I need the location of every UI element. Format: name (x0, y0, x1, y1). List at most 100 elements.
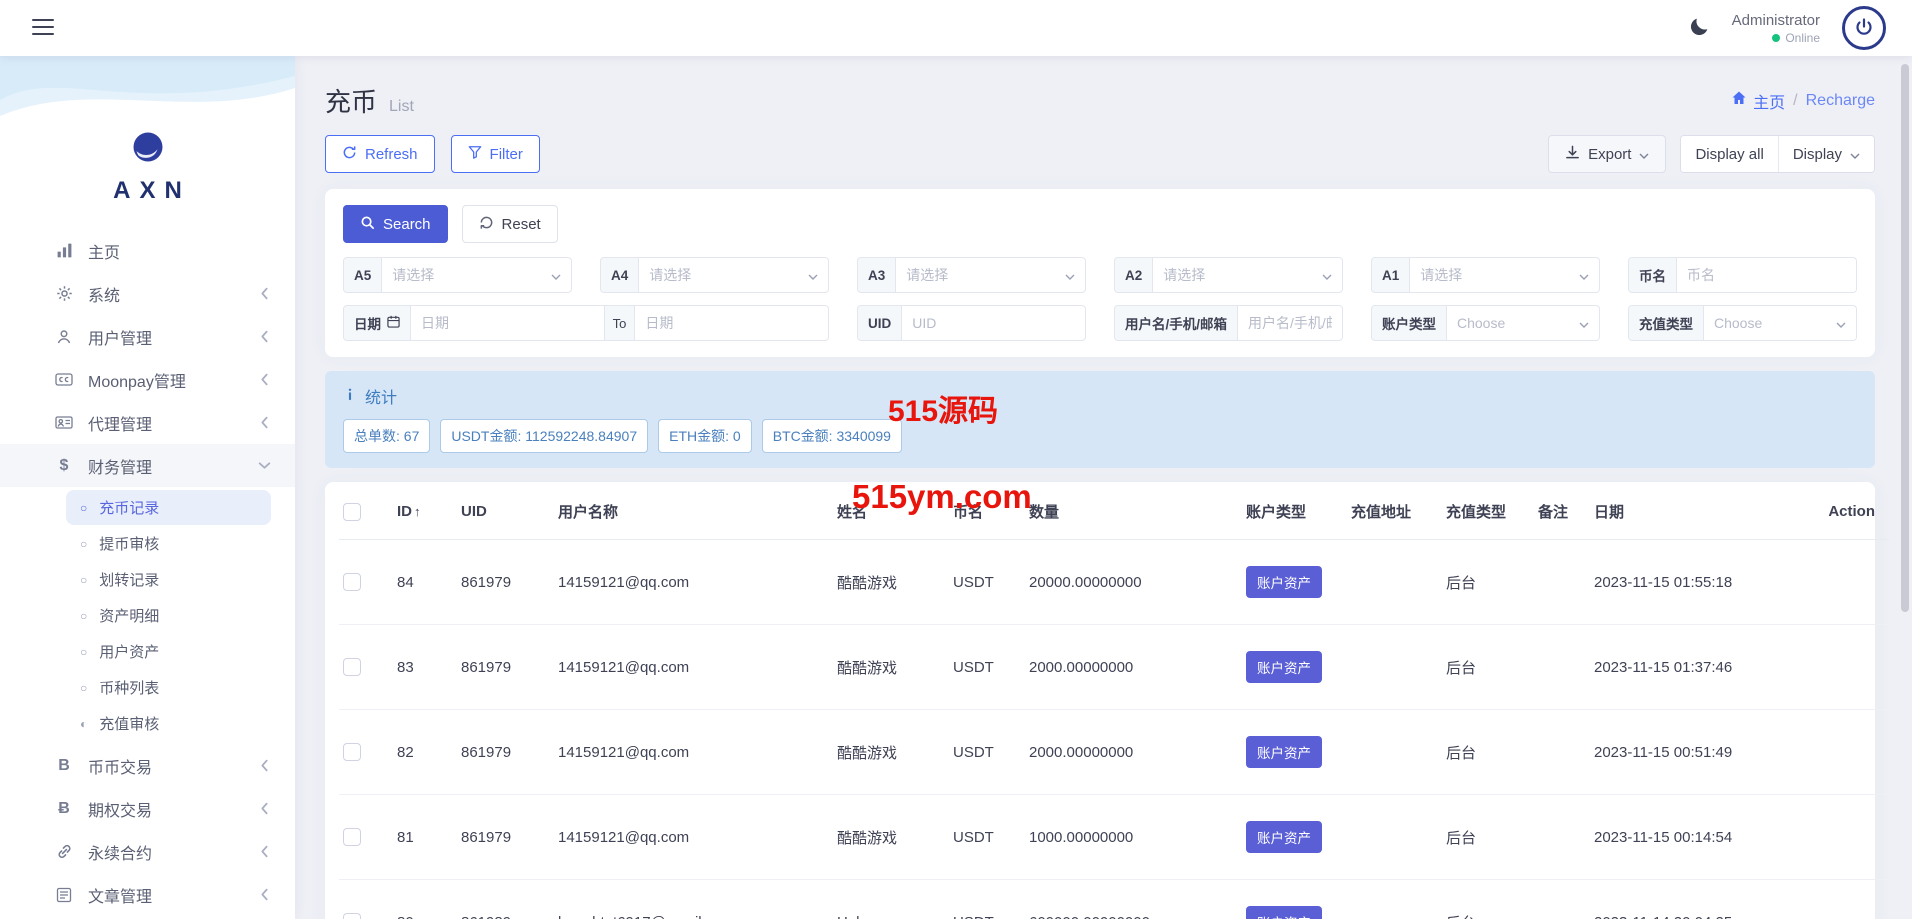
submenu-item-label: 提币审核 (99, 536, 160, 553)
row-checkbox[interactable] (343, 573, 361, 592)
scrollbar-thumb[interactable] (1901, 64, 1909, 612)
chevron-left-icon (260, 287, 269, 300)
submenu-item-label: 充币记录 (99, 500, 160, 517)
column-id[interactable]: ID ↑ (389, 484, 453, 540)
sidebar-subitem-coin-list[interactable]: ○ 币种列表 (66, 670, 271, 705)
sidebar-item-options-trading[interactable]: Ƀ 期权交易 (0, 787, 295, 830)
moon-icon (1689, 16, 1710, 40)
filter-label: 账户类型 (1371, 305, 1447, 341)
table-row: 84 861979 14159121@qq.com 酷酷游戏 USDT 2000… (339, 539, 1889, 625)
account-type-select[interactable]: Choose (1447, 305, 1600, 341)
sidebar-item-articles[interactable]: 文章管理 (0, 873, 295, 916)
sidebar-subitem-asset-details[interactable]: ○ 资产明细 (66, 598, 271, 633)
sidebar-item-moonpay[interactable]: Moonpay管理 (0, 358, 295, 401)
sidebar-subitem-withdraw-review[interactable]: ○ 提币审核 (66, 526, 271, 561)
filter-uid: UID (857, 305, 1086, 341)
breadcrumb-current[interactable]: Recharge (1806, 92, 1875, 110)
uid-input[interactable] (902, 305, 1086, 341)
chart-bars-icon (52, 242, 76, 259)
menu-toggle-button[interactable] (26, 13, 60, 44)
cell-account-type: 账户资产 (1238, 794, 1343, 880)
sidebar-item-finance[interactable]: $ 财务管理 (0, 444, 295, 487)
stats-panel: 统计 总单数: 67 USDT金额: 112592248.84907 ETH金额… (325, 371, 1875, 468)
row-checkbox[interactable] (343, 828, 361, 847)
row-checkbox[interactable] (343, 743, 361, 762)
sidebar-item-spot-trading[interactable]: B 币币交易 (0, 744, 295, 787)
page-title: 充币 (325, 87, 378, 117)
filter-label: A4 (600, 257, 640, 293)
breadcrumb-home-link[interactable]: 主页 (1731, 89, 1785, 113)
bitcoin-icon: Ƀ (58, 799, 70, 817)
user-icon (52, 329, 76, 345)
sidebar-item-perpetual[interactable]: 永续合约 (0, 830, 295, 873)
display-select[interactable]: Display (1777, 136, 1874, 172)
search-panel: Search Reset A5 请选择 A4 请选择 A3 请选择 A2 请选择… (325, 189, 1875, 357)
a2-select[interactable]: 请选择 (1153, 257, 1343, 293)
toolbar: Refresh Filter Export Display all Displa… (325, 135, 1875, 173)
filter-user: 用户名/手机/邮箱 (1114, 305, 1343, 341)
sidebar-item-label: 主页 (88, 244, 121, 262)
refresh-button[interactable]: Refresh (325, 135, 435, 173)
filter-label: 充值类型 (1628, 305, 1704, 341)
user-input[interactable] (1238, 305, 1343, 341)
sidebar-item-system[interactable]: 系统 (0, 272, 295, 315)
sidebar-item-users[interactable]: 用户管理 (0, 315, 295, 358)
home-icon (1731, 90, 1747, 111)
column-recharge-address: 充值地址 (1343, 484, 1438, 540)
chevron-left-icon (260, 845, 269, 858)
a3-select[interactable]: 请选择 (896, 257, 1086, 293)
table-row: 81 861979 14159121@qq.com 酷酷游戏 USDT 1000… (339, 794, 1889, 880)
account-type-badge: 账户资产 (1246, 651, 1322, 683)
cell-amount: 1000.00000000 (1021, 794, 1238, 880)
coin-name-input[interactable] (1677, 257, 1857, 293)
cell-amount: 2000.00000000 (1021, 709, 1238, 795)
filter-label: A2 (1114, 257, 1154, 293)
avatar[interactable] (1842, 6, 1886, 50)
cell-amount: 600000.00000000 (1021, 879, 1238, 919)
sidebar-subitem-user-assets[interactable]: ○ 用户资产 (66, 634, 271, 669)
cell-checkbox (339, 709, 389, 795)
cell-date: 2023-11-15 00:14:54 (1586, 794, 1810, 880)
chevron-down-icon (1579, 267, 1589, 283)
cell-id: 80 (389, 879, 453, 919)
reset-button[interactable]: Reset (461, 205, 558, 243)
search-icon (360, 215, 375, 234)
sidebar-subitem-recharge-review[interactable]: ◐ 充值审核 (66, 706, 271, 741)
download-icon (1565, 145, 1580, 164)
row-checkbox[interactable] (343, 913, 361, 919)
export-button[interactable]: Export (1548, 135, 1667, 173)
date-from-input[interactable] (411, 305, 605, 341)
sidebar-item-home[interactable]: 主页 (0, 229, 295, 272)
a1-select[interactable]: 请选择 (1410, 257, 1600, 293)
cell-name: 酷酷游戏 (829, 624, 945, 710)
cell-checkbox (339, 794, 389, 880)
header-checkbox-cell (339, 484, 389, 540)
search-button[interactable]: Search (343, 205, 448, 243)
filter-button[interactable]: Filter (450, 135, 540, 173)
cell-action (1810, 539, 1889, 625)
cell-account-type: 账户资产 (1238, 879, 1343, 919)
chevron-down-icon (808, 267, 818, 283)
a5-select[interactable]: 请选择 (382, 257, 572, 293)
cell-coin: USDT (945, 794, 1021, 880)
brand-logo-icon (129, 128, 167, 166)
recharge-type-select[interactable]: Choose (1704, 305, 1857, 341)
sidebar-subitem-deposit-records[interactable]: ○ 充币记录 (66, 490, 271, 525)
link-icon (52, 843, 76, 860)
cell-coin: USDT (945, 624, 1021, 710)
user-meta: Administrator Online (1732, 12, 1820, 45)
a4-select[interactable]: 请选择 (639, 257, 829, 293)
sidebar-subitem-transfer-records[interactable]: ○ 划转记录 (66, 562, 271, 597)
filter-date-range: 日期 To (343, 305, 830, 341)
row-checkbox[interactable] (343, 658, 361, 677)
cell-username: 14159121@qq.com (550, 709, 829, 795)
cell-coin: USDT (945, 539, 1021, 625)
cell-recharge-address (1343, 709, 1438, 795)
cell-recharge-address (1343, 539, 1438, 625)
stats-title: 统计 (343, 384, 1857, 408)
sidebar-item-agents[interactable]: 代理管理 (0, 401, 295, 444)
dark-mode-toggle[interactable] (1689, 16, 1710, 40)
select-all-checkbox[interactable] (343, 502, 361, 521)
display-all-button[interactable]: Display all (1681, 136, 1778, 172)
date-to-input[interactable] (635, 305, 830, 341)
